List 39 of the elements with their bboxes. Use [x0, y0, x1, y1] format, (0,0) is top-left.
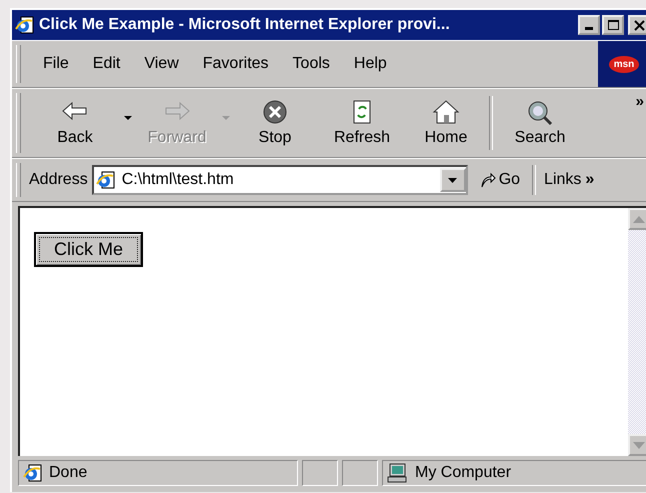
page-button[interactable]: Click Me: [34, 232, 144, 267]
minimize-button[interactable]: [578, 15, 600, 35]
page-icon: [96, 171, 116, 189]
overflow-button[interactable]: »: [634, 93, 646, 110]
menu-item[interactable]: View: [144, 55, 179, 73]
curved-arrow-icon: [480, 172, 496, 188]
menu-item[interactable]: Help: [354, 55, 387, 73]
caret-icon: [222, 116, 230, 120]
toolbar-button[interactable]: Stop: [233, 99, 317, 147]
computer-icon: [387, 463, 409, 483]
status-text: Done: [49, 464, 88, 482]
up-arrow-icon: [633, 216, 645, 222]
window-title: Click Me Example - Microsoft Internet Explorer provi...: [39, 16, 451, 34]
browser-icon: [15, 16, 35, 34]
close-button[interactable]: [628, 15, 646, 35]
caret-icon: [448, 178, 458, 182]
minimize-icon: [585, 27, 593, 30]
address-label: Address: [29, 171, 88, 189]
down-arrow-icon: [633, 442, 645, 448]
toolbar-button[interactable]: Search: [497, 99, 583, 147]
menu-item[interactable]: File: [43, 55, 69, 73]
dropdown-button[interactable]: [440, 168, 466, 192]
menu-item[interactable]: Edit: [92, 55, 120, 73]
zone-text: My Computer: [415, 464, 512, 482]
maximize-button[interactable]: [602, 15, 624, 35]
address-field[interactable]: C:\html\test.htm: [92, 165, 468, 195]
home-icon: [431, 99, 461, 125]
toolbar-button[interactable]: Home: [407, 99, 485, 147]
links-button[interactable]: Links »: [544, 171, 594, 189]
caret-icon: [124, 116, 132, 120]
go-button[interactable]: Go: [476, 171, 524, 189]
menu-item[interactable]: Favorites: [202, 55, 269, 73]
menu-item[interactable]: Tools: [292, 55, 330, 73]
status-pane: [302, 460, 338, 486]
status-pane: [342, 460, 378, 486]
toolbar-button[interactable]: Back: [29, 99, 121, 147]
logo-badge: msn: [608, 56, 640, 72]
page-icon: [23, 464, 43, 482]
toolbar-button[interactable]: Refresh: [317, 99, 407, 147]
